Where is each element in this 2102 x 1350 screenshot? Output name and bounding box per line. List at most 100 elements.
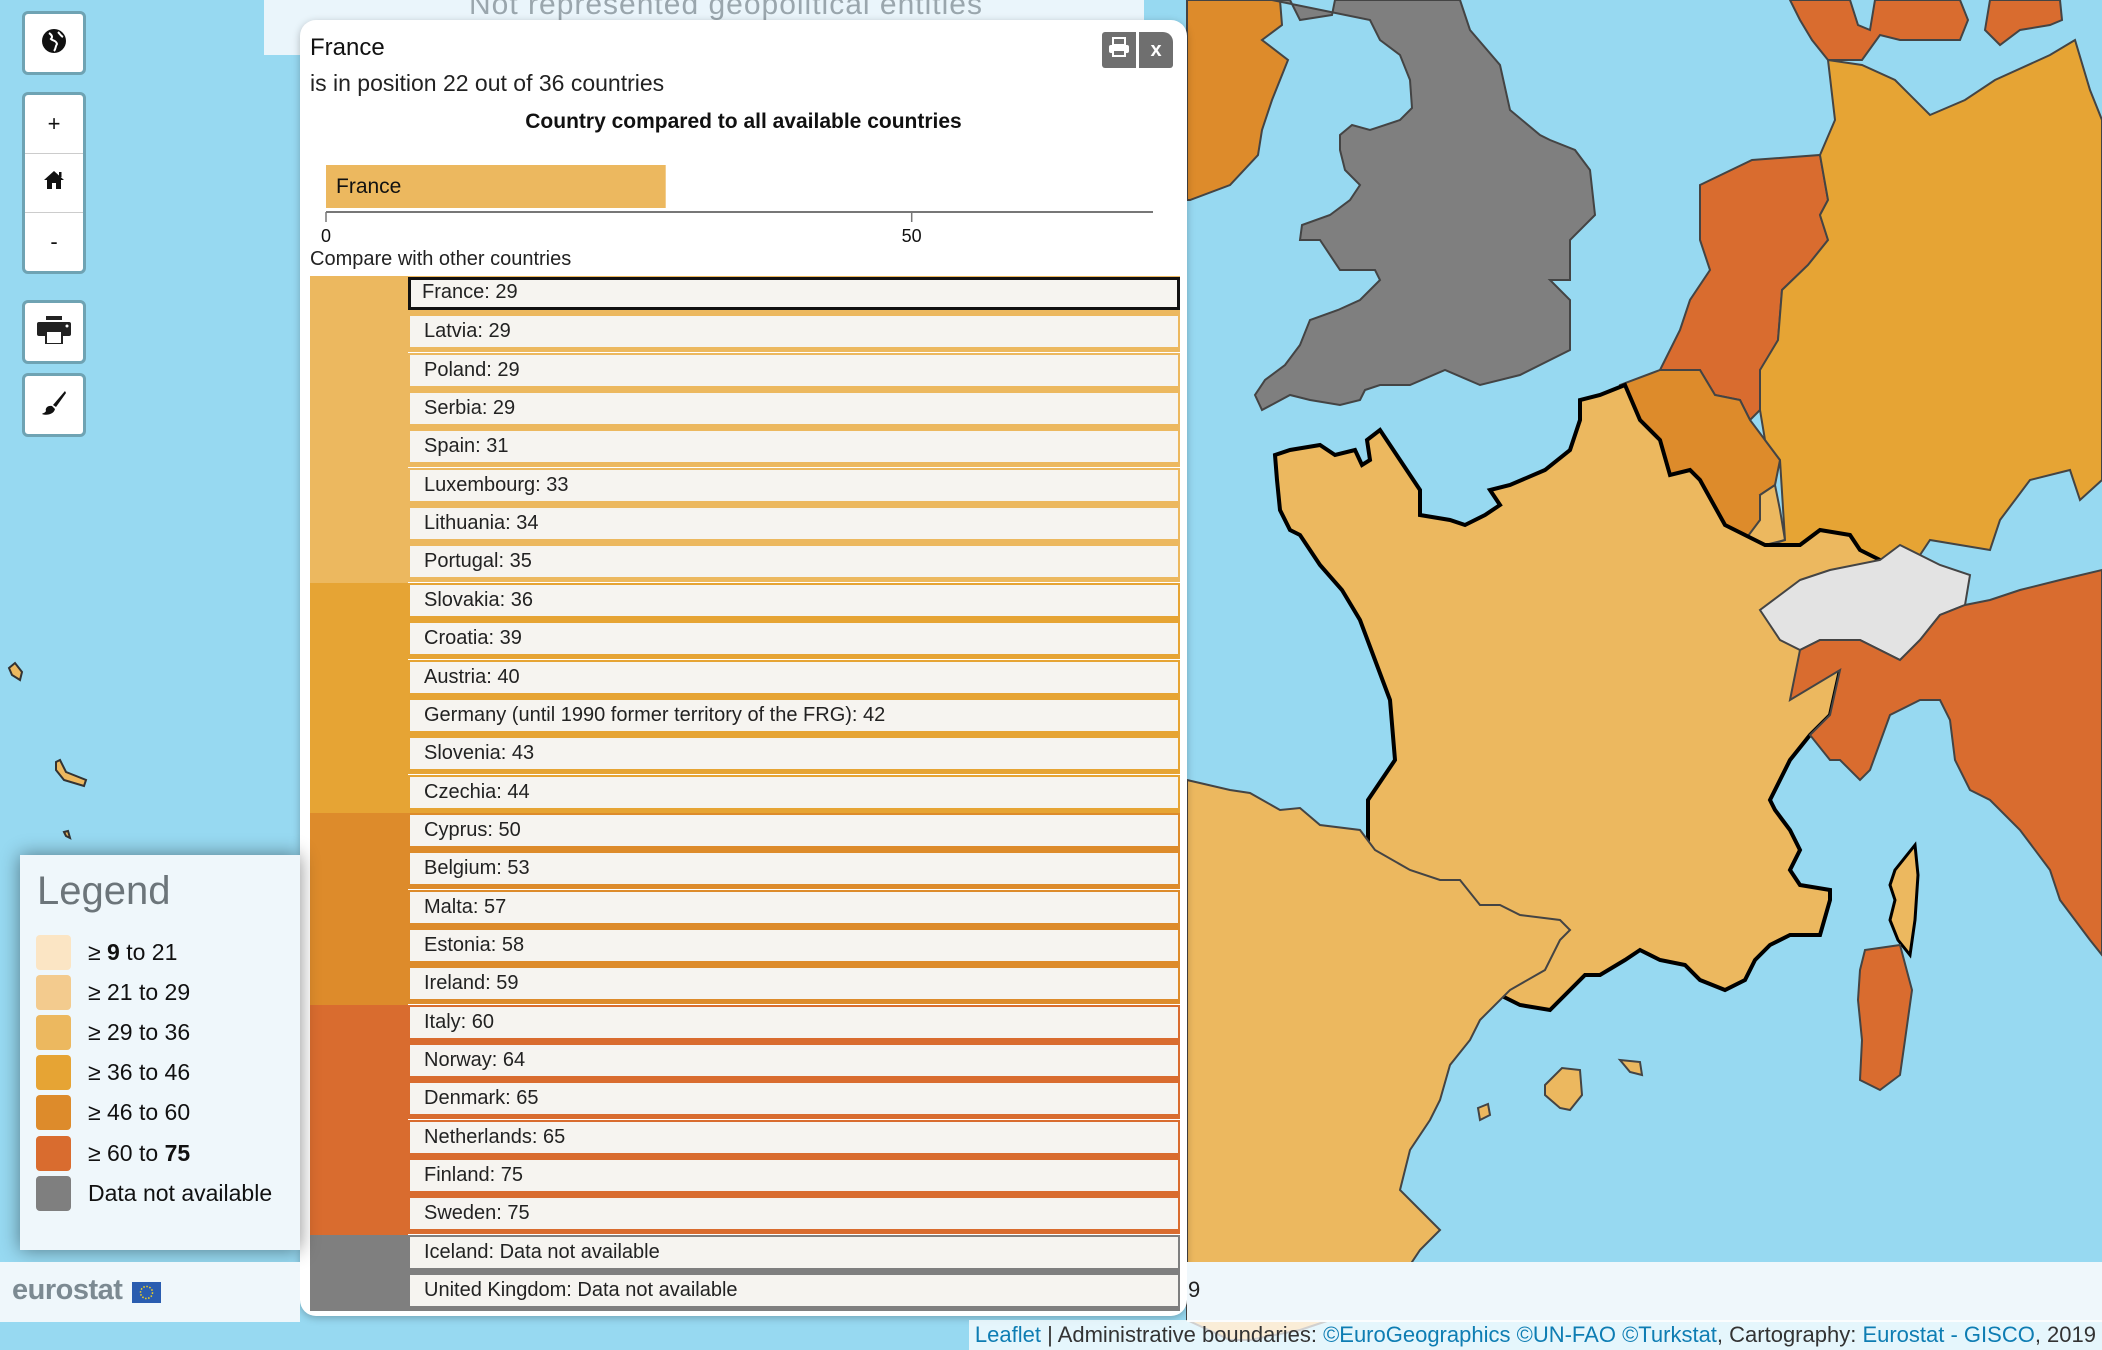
legend-item[interactable]: ≥ 9 to 21 [36, 934, 177, 970]
compare-list-item[interactable]: Sweden: 75 [408, 1196, 1180, 1235]
footer-logo-bar: eurostat [0, 1262, 300, 1322]
compare-list-item[interactable]: Malta: 57 [408, 889, 1180, 928]
zoom-out-button[interactable]: - [25, 213, 83, 271]
legend-label: Data not available [88, 1180, 272, 1207]
globe-button[interactable] [22, 11, 86, 75]
compare-list-item-label: Belgium: 53 [410, 853, 1178, 885]
compare-list-item[interactable]: Netherlands: 65 [408, 1119, 1180, 1158]
compare-list-item[interactable]: Poland: 29 [408, 352, 1180, 391]
scale-strip [1187, 1262, 2102, 1322]
compare-list-item-label: Slovenia: 43 [410, 738, 1178, 770]
compare-list-item-label: United Kingdom: Data not available [410, 1275, 1178, 1307]
compare-list-item-label: Germany (until 1990 former territory of … [410, 699, 1178, 731]
comparison-bar-chart: France 0 50 [321, 165, 1153, 246]
eurogeographics-link[interactable]: ©EuroGeographics [1323, 1322, 1510, 1347]
compare-list-item[interactable]: Belgium: 53 [408, 851, 1180, 890]
home-button[interactable] [25, 154, 83, 213]
popup-close-button[interactable]: x [1139, 32, 1173, 68]
legend-item[interactable]: ≥ 36 to 46 [36, 1055, 190, 1091]
printer-icon [1108, 37, 1130, 63]
compare-list-item[interactable]: Lithuania: 34 [408, 506, 1180, 545]
legend-item[interactable]: ≥ 60 to 75 [36, 1135, 190, 1171]
compare-list-item[interactable]: Czechia: 44 [408, 774, 1180, 813]
legend-title: Legend [37, 869, 171, 913]
legend-label: ≥ 29 to 36 [88, 1019, 190, 1046]
home-icon [43, 170, 65, 196]
popup-title: France [310, 34, 385, 61]
legend-item[interactable]: Data not available [36, 1175, 272, 1211]
compare-list-item-label: Serbia: 29 [410, 393, 1178, 425]
legend-label: ≥ 21 to 29 [88, 979, 190, 1006]
compare-list-item[interactable]: Portugal: 35 [408, 544, 1180, 583]
compare-list-item-label: Sweden: 75 [410, 1198, 1178, 1230]
class-band [310, 812, 408, 1005]
compare-list-item-label: Malta: 57 [410, 891, 1178, 923]
legend-item[interactable]: ≥ 29 to 36 [36, 1014, 190, 1050]
legend-swatch [36, 1014, 71, 1050]
class-band [310, 1234, 408, 1312]
compare-list-item[interactable]: Latvia: 29 [408, 314, 1180, 353]
leaflet-link[interactable]: Leaflet [975, 1322, 1041, 1347]
zoom-in-button[interactable]: + [25, 95, 83, 154]
compare-list-item-label: Italy: 60 [410, 1006, 1178, 1038]
compare-list-item-label: Finland: 75 [410, 1160, 1178, 1192]
compare-list-item[interactable]: Finland: 75 [408, 1158, 1180, 1197]
compare-list-item-label: Cyprus: 50 [410, 814, 1178, 846]
chart-title: Country compared to all available countr… [525, 110, 962, 133]
popup-print-button[interactable] [1102, 32, 1136, 68]
turkstat-link[interactable]: ©Turkstat [1622, 1322, 1717, 1347]
compare-list-item[interactable]: Austria: 40 [408, 659, 1180, 698]
compare-list-item[interactable]: Ireland: 59 [408, 966, 1180, 1005]
compare-list-item-label: France: 29 [408, 277, 1180, 310]
compare-list-item[interactable]: Serbia: 29 [408, 391, 1180, 430]
legend-label-text: Data not available [88, 1179, 273, 1206]
printer-icon [37, 315, 71, 349]
compare-list-item[interactable]: Spain: 31 [408, 429, 1180, 468]
style-button[interactable] [22, 373, 86, 437]
attribution-year: , 2019 [2034, 1322, 2096, 1347]
compare-list-item-label: Norway: 64 [410, 1045, 1178, 1076]
legend: Legend ≥ 9 to 21 ≥ 21 to 29 ≥ 29 to 36 ≥ 36… [20, 855, 300, 1250]
class-band [310, 276, 408, 583]
print-map-button[interactable] [22, 300, 86, 364]
x-tick-label: 0 [321, 226, 331, 246]
eu-flag-icon [132, 1282, 161, 1303]
compare-list-item-label: Netherlands: 65 [410, 1121, 1178, 1153]
map-attribution: Leaflet | Administrative boundaries: ©Eu… [968, 1320, 2102, 1350]
compare-list-item[interactable]: Slovakia: 36 [408, 582, 1180, 621]
attribution-text: | Administrative boundaries: [1040, 1322, 1324, 1347]
legend-label-text: ≥ 21 to 29 [88, 978, 191, 1005]
compare-list-item[interactable]: Norway: 64 [408, 1043, 1180, 1081]
compare-list-item-label: Austria: 40 [410, 661, 1178, 693]
compare-list-item[interactable]: Cyprus: 50 [408, 812, 1180, 851]
compare-list-item-label: Spain: 31 [410, 431, 1178, 463]
compare-list-item[interactable]: Estonia: 58 [408, 927, 1180, 966]
legend-label-text: ≥ 46 to 60 [88, 1099, 191, 1126]
compare-list-item[interactable]: Italy: 60 [408, 1004, 1180, 1043]
unfao-link[interactable]: ©UN-FAO [1517, 1322, 1616, 1347]
legend-item[interactable]: ≥ 21 to 29 [36, 974, 190, 1010]
not-represented-label: Not represented geopolitical entities [469, 0, 983, 21]
compare-list-item[interactable]: Germany (until 1990 former territory of … [408, 697, 1180, 736]
compare-list-item[interactable]: Denmark: 65 [408, 1081, 1180, 1120]
compare-list-item[interactable]: France: 29 [408, 276, 1180, 314]
compare-list-item[interactable]: Iceland: Data not available [408, 1234, 1180, 1273]
compare-list-item[interactable]: Luxembourg: 33 [408, 467, 1180, 506]
country-popup: France is in position 22 out of 36 count… [300, 20, 1187, 1316]
eurostat-logo[interactable]: eurostat [12, 1274, 123, 1307]
legend-label-text: ≥ 36 to 46 [88, 1059, 191, 1086]
compare-list-item-label: Croatia: 39 [410, 623, 1178, 655]
x-tick-label: 50 [902, 226, 922, 246]
compare-label: Compare with other countries [310, 248, 572, 270]
legend-label: ≥ 36 to 46 [88, 1059, 190, 1086]
compare-list-item-label: Latvia: 29 [410, 316, 1178, 348]
legend-item[interactable]: ≥ 46 to 60 [36, 1095, 191, 1131]
compare-list-item[interactable]: United Kingdom: Data not available [408, 1273, 1180, 1312]
gisco-link[interactable]: Eurostat - GISCO [1862, 1322, 2034, 1347]
paintbrush-icon [41, 390, 67, 421]
compare-list-item[interactable]: Slovenia: 43 [408, 736, 1180, 775]
compare-list-item-label: Portugal: 35 [410, 546, 1178, 578]
compare-list-item-label: Luxembourg: 33 [410, 469, 1178, 501]
legend-label: ≥ 9 to 21 [88, 939, 177, 966]
compare-list-item[interactable]: Croatia: 39 [408, 621, 1180, 660]
